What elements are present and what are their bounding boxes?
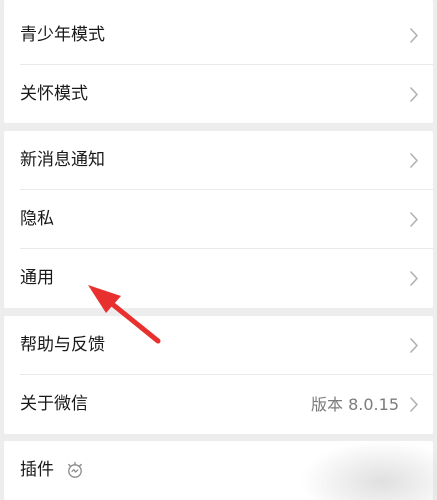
- settings-item-about-wechat[interactable]: 关于微信 版本 8.0.15: [4, 375, 433, 434]
- settings-item-notifications[interactable]: 新消息通知: [4, 131, 433, 190]
- version-text: 版本 8.0.15: [311, 395, 399, 414]
- chevron-right-icon: [410, 28, 418, 43]
- chevron-right-icon: [410, 212, 418, 227]
- chevron-right-icon: [410, 271, 418, 286]
- settings-group-general: 新消息通知 隐私 通用: [4, 131, 433, 308]
- chevron-right-icon: [410, 87, 418, 102]
- settings-item-label: 关于微信: [20, 394, 88, 414]
- settings-item-label: 隐私: [20, 209, 54, 229]
- chevron-right-icon: [410, 397, 418, 412]
- settings-item-general[interactable]: 通用: [4, 249, 433, 308]
- settings-item-care-mode[interactable]: 关怀模式: [4, 65, 433, 124]
- settings-screen: 青少年模式 关怀模式 新消息通知 隐私 通用 帮助与反馈 关于微信 版本 8.0…: [0, 0, 437, 500]
- settings-group-about: 帮助与反馈 关于微信 版本 8.0.15: [4, 316, 433, 434]
- settings-item-label: 帮助与反馈: [20, 335, 105, 355]
- settings-item-label: 插件: [20, 460, 54, 480]
- settings-item-label: 青少年模式: [20, 25, 105, 45]
- chevron-right-icon: [410, 153, 418, 168]
- settings-item-privacy[interactable]: 隐私: [4, 190, 433, 249]
- settings-item-label: 新消息通知: [20, 150, 105, 170]
- settings-item-help-feedback[interactable]: 帮助与反馈: [4, 316, 433, 375]
- plugin-icon: [68, 461, 82, 478]
- settings-group-modes: 青少年模式 关怀模式: [4, 0, 433, 123]
- settings-item-teen-mode[interactable]: 青少年模式: [4, 6, 433, 65]
- settings-item-plugins[interactable]: 插件: [4, 441, 433, 500]
- settings-group-plugins: 插件: [4, 441, 433, 500]
- settings-item-label: 关怀模式: [20, 84, 88, 104]
- chevron-right-icon: [410, 338, 418, 353]
- settings-item-label: 通用: [20, 268, 54, 288]
